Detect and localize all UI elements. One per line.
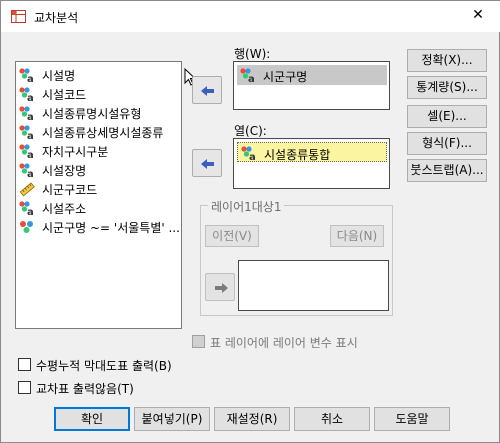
window-title: 교차분석 (34, 11, 79, 25)
move-to-rows-button[interactable] (192, 76, 222, 104)
scale-ruler-icon (19, 182, 35, 197)
variable-label: 시설명 (42, 69, 76, 83)
suppress-tables-checkbox[interactable] (18, 381, 31, 394)
layer-display-checkbox[interactable] (192, 335, 205, 348)
help-button[interactable]: 도움말 (374, 407, 450, 431)
bootstrap-label: 붓스트랩(A)... (410, 163, 484, 177)
list-item[interactable]: a 시설명 (18, 65, 181, 84)
layer-list[interactable] (238, 260, 389, 311)
rows-label: 행(W): (234, 47, 271, 61)
list-item[interactable]: a 시설장명 (18, 160, 181, 179)
exact-button[interactable]: 정확(X)... (407, 49, 487, 72)
paste-button[interactable]: 붙여넣기(P) (134, 407, 210, 431)
svg-text:a: a (248, 74, 255, 83)
bootstrap-button[interactable]: 붓스트랩(A)... (407, 159, 487, 182)
statistics-label: 통계량(S)... (416, 80, 478, 94)
clustered-bar-chart-checkbox[interactable] (18, 358, 31, 371)
nominal-string-icon: a (19, 87, 34, 102)
variable-label: 시군구명 ~= '서울특별' ... (42, 221, 180, 235)
reset-button[interactable]: 재설정(R) (214, 407, 290, 431)
nominal-string-icon: a (240, 68, 255, 83)
reset-label: 재설정(R) (226, 412, 278, 426)
help-label: 도움말 (395, 412, 429, 426)
nominal-string-icon: a (19, 144, 34, 159)
variable-label: 시설코드 (42, 88, 87, 102)
nominal-string-icon: a (19, 125, 34, 140)
columns-label: 열(C): (234, 124, 267, 138)
list-item[interactable]: a 자치구시구분 (18, 141, 181, 160)
statistics-button[interactable]: 통계량(S)... (407, 76, 487, 99)
move-to-columns-button[interactable] (192, 149, 222, 177)
arrow-left-icon (201, 159, 214, 169)
svg-text:a: a (27, 169, 34, 178)
close-icon: ✕ (472, 7, 484, 23)
rows-item[interactable]: a 시군구명 (237, 65, 387, 85)
svg-text:a: a (249, 152, 256, 161)
nominal-string-icon: a (19, 106, 34, 121)
svg-text:a: a (27, 74, 34, 83)
arrow-right-icon (215, 283, 228, 293)
arrow-left-icon (201, 86, 214, 96)
variable-list[interactable]: a 시설명 a 시설코드 a 시설종류명시설유형 a 시설종류상세명시설종류 a… (15, 61, 182, 329)
crosstabs-app-icon (11, 10, 26, 23)
cancel-label: 취소 (320, 412, 344, 426)
layer-title: 레이어1대상1 (208, 198, 285, 215)
svg-text:a: a (27, 207, 34, 216)
crosstabs-dialog: 교차분석 ✕ a 시설명 a 시설코드 a 시설종류명시설유형 a 시설종류상세… (0, 0, 500, 443)
nominal-string-icon: a (241, 146, 256, 161)
variable-label: 시설주소 (42, 202, 87, 216)
format-button[interactable]: 형식(F)... (407, 132, 487, 155)
list-item[interactable]: a 시설종류명시설유형 (18, 103, 181, 122)
title-bar: 교차분석 ✕ (1, 1, 500, 32)
variable-label: 시설장명 (42, 164, 87, 178)
cells-button[interactable]: 셀(E)... (407, 105, 487, 128)
variable-label: 시설종류명시설유형 (42, 107, 142, 121)
clustered-bar-chart-label: 수평누적 막대도표 출력(B) (36, 359, 172, 373)
ok-button[interactable]: 확인 (54, 407, 130, 431)
move-to-layer-button[interactable] (205, 273, 235, 301)
layer-previous-button[interactable]: 이전(V) (205, 225, 259, 247)
rows-list[interactable]: a 시군구명 (233, 61, 390, 110)
nominal-string-icon: a (19, 163, 34, 178)
nominal-string-icon: a (19, 201, 34, 216)
nominal-string-icon: a (19, 68, 34, 83)
list-item[interactable]: a 시설주소 (18, 198, 181, 217)
layer-next-label: 다음(N) (336, 229, 378, 243)
columns-item-label: 시설종류통합 (264, 148, 331, 162)
variable-label: 자치구시구분 (42, 145, 109, 159)
svg-text:a: a (27, 131, 34, 140)
svg-text:a: a (27, 112, 34, 121)
cells-label: 셀(E)... (427, 109, 467, 123)
list-item[interactable]: a 시설코드 (18, 84, 181, 103)
columns-item[interactable]: a 시설종류통합 (237, 142, 387, 162)
variable-label: 시군구코드 (42, 183, 98, 197)
svg-text:a: a (27, 93, 34, 102)
paste-label: 붙여넣기(P) (141, 412, 203, 426)
suppress-tables-label: 교차표 출력않음(T) (36, 382, 134, 396)
variable-label: 시설종류상세명시설종류 (42, 126, 164, 140)
ok-label: 확인 (80, 412, 104, 426)
cancel-button[interactable]: 취소 (294, 407, 370, 431)
list-item[interactable]: a 시설종류상세명시설종류 (18, 122, 181, 141)
format-label: 형식(F)... (422, 136, 472, 150)
exact-label: 정확(X)... (421, 53, 473, 67)
list-item[interactable]: 시군구코드 (18, 179, 181, 198)
nominal-icon (20, 221, 33, 233)
rows-item-label: 시군구명 (263, 70, 308, 84)
close-button[interactable]: ✕ (455, 1, 500, 32)
layer-display-label: 표 레이어에 레이어 변수 표시 (210, 336, 358, 350)
layer-next-button[interactable]: 다음(N) (330, 225, 384, 247)
layer-previous-label: 이전(V) (212, 229, 252, 243)
svg-text:a: a (27, 150, 34, 159)
columns-list[interactable]: a 시설종류통합 (233, 138, 390, 189)
list-item[interactable]: 시군구명 ~= '서울특별' ... (18, 217, 181, 236)
